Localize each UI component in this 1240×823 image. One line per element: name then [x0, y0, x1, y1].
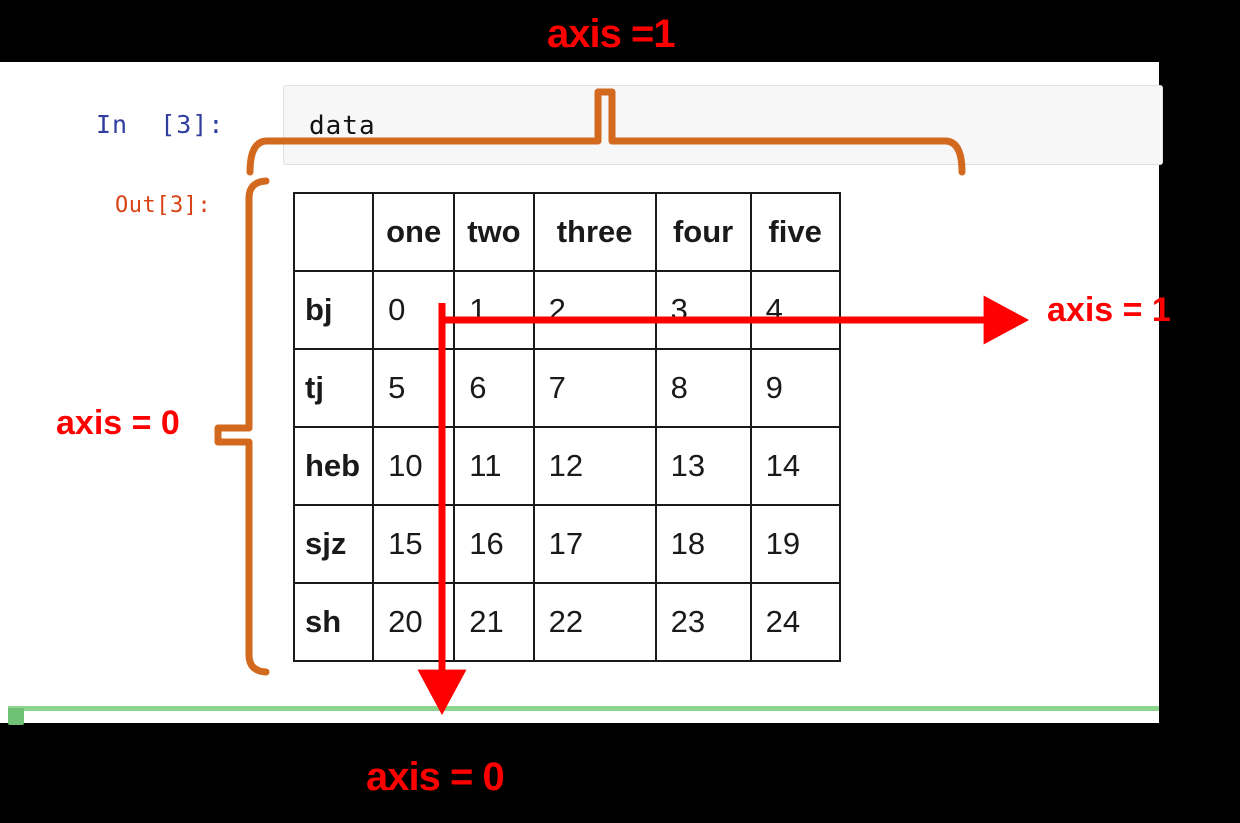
cell-sh-two: 21	[453, 582, 535, 662]
cell-heb-three: 12	[532, 426, 657, 506]
cell-sjz-three: 17	[532, 504, 657, 584]
table-row: tj 5 6 7 8 9	[292, 348, 841, 428]
cell-tj-one: 5	[372, 348, 456, 428]
cell-tj-two: 6	[453, 348, 535, 428]
cell-sh-three: 22	[532, 582, 657, 662]
cell-bj-one: 0	[372, 270, 456, 350]
axis0-bottom-label: axis = 0	[366, 755, 505, 799]
cell-tj-five: 9	[749, 348, 841, 428]
dataframe-output-table: one two three four five bj 0 1 2 3 4 tj …	[292, 192, 841, 662]
column-header-five: five	[749, 192, 841, 272]
cell-sh-one: 20	[372, 582, 456, 662]
in-prompt-label: In [3]:	[96, 110, 225, 139]
cell-selection-marker-bar	[8, 708, 24, 725]
table-row: heb 10 11 12 13 14	[292, 426, 841, 506]
row-header-sh: sh	[292, 582, 375, 662]
row-header-heb: heb	[292, 426, 375, 506]
axis0-left-label: axis = 0	[56, 404, 180, 442]
table-corner-cell	[292, 192, 375, 272]
row-header-sjz: sjz	[292, 504, 375, 584]
cell-tj-four: 8	[654, 348, 752, 428]
cell-selection-marker-line	[8, 706, 1159, 711]
column-header-one: one	[372, 192, 456, 272]
cell-sjz-one: 15	[372, 504, 456, 584]
cell-heb-five: 14	[749, 426, 841, 506]
cell-sh-five: 24	[749, 582, 841, 662]
cell-bj-three: 2	[532, 270, 657, 350]
cell-sjz-five: 19	[749, 504, 841, 584]
axis1-right-label: axis = 1	[1047, 291, 1171, 329]
table-row: sjz 15 16 17 18 19	[292, 504, 841, 584]
table-header-row: one two three four five	[292, 192, 841, 272]
code-input-text[interactable]: data	[309, 111, 376, 141]
column-header-two: two	[453, 192, 535, 272]
code-input-cell[interactable]: data	[283, 85, 1163, 165]
cell-heb-one: 10	[372, 426, 456, 506]
out-prompt-label: Out[3]:	[115, 193, 212, 218]
column-header-four: four	[654, 192, 752, 272]
cell-heb-four: 13	[654, 426, 752, 506]
cell-heb-two: 11	[453, 426, 535, 506]
axis1-top-label: axis =1	[547, 12, 676, 56]
cell-sjz-four: 18	[654, 504, 752, 584]
cell-bj-two: 1	[453, 270, 535, 350]
cell-bj-five: 4	[749, 270, 841, 350]
table-row: bj 0 1 2 3 4	[292, 270, 841, 350]
column-header-three: three	[532, 192, 657, 272]
cell-sh-four: 23	[654, 582, 752, 662]
table-row: sh 20 21 22 23 24	[292, 582, 841, 662]
cell-bj-four: 3	[654, 270, 752, 350]
row-header-tj: tj	[292, 348, 375, 428]
cell-tj-three: 7	[532, 348, 657, 428]
row-header-bj: bj	[292, 270, 375, 350]
cell-sjz-two: 16	[453, 504, 535, 584]
